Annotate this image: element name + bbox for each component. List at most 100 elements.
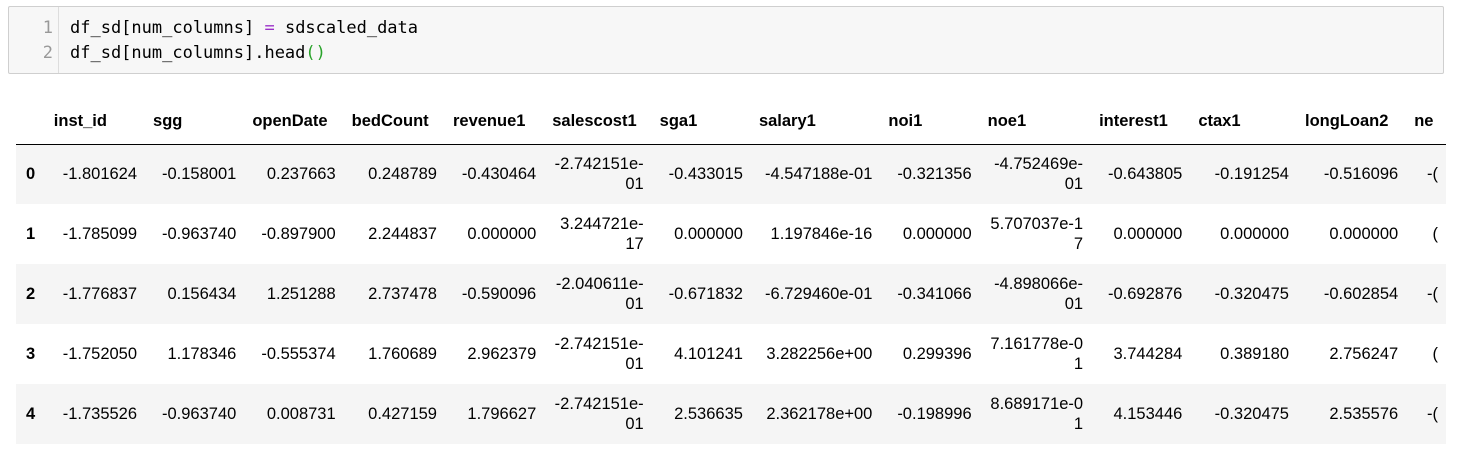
table-cell: -2.742151e-01 [544,144,652,204]
row-index: 3 [16,324,46,384]
row-index: 2 [16,264,46,324]
table-cell: 0.237663 [244,144,344,204]
column-header: noe1 [979,100,1092,145]
table-cell: 1.178346 [145,324,245,384]
table-cell: 0.156434 [145,264,245,324]
column-header: sga1 [651,100,751,145]
table-cell: 0.000000 [1190,204,1297,264]
table-cell: 2.756247 [1297,324,1407,384]
table-cell: 0.299396 [880,324,980,384]
table-row: 4 -1.735526 -0.963740 0.008731 0.427159 1.796… [16,384,1446,444]
table-cell: -0.158001 [145,144,245,204]
table-cell: 0.000000 [1091,204,1191,264]
table-cell: -4.547188e-01 [750,144,881,204]
table-cell: -2.742151e-01 [544,324,652,384]
table-cell: -0.191254 [1190,144,1297,204]
table-row: 2 -1.776837 0.156434 1.251288 2.737478 -0.590… [16,264,1446,324]
table-row: 3 -1.752050 1.178346 -0.555374 1.760689 2.962… [16,324,1446,384]
code-target: df_sd[num_columns] [70,18,265,38]
table-cell: 2.536635 [651,384,751,444]
table-cell: 2.362178e+00 [750,384,881,444]
table-cell: -2.040611e-01 [544,264,652,324]
code-line-2[interactable]: df_sd[num_columns].head() [70,43,326,63]
table-cell: 1.796627 [444,384,545,444]
assign-operator: = [264,18,275,38]
column-header: interest1 [1091,100,1191,145]
column-header: ctax1 [1190,100,1297,145]
table-cell: -0.198996 [880,384,980,444]
table-cell: ( [1406,204,1446,264]
table-cell: 2.737478 [343,264,445,324]
table-cell: -0.320475 [1190,264,1297,324]
table-cell: 0.248789 [343,144,445,204]
code-cell[interactable]: 1 2 df_sd[num_columns] = sdscaled_data d… [8,6,1444,74]
table-cell: -0.692876 [1091,264,1191,324]
table-cell: -0.590096 [444,264,545,324]
table-cell: -1.801624 [45,144,146,204]
table-cell: -0.430464 [444,144,545,204]
code-call: df_sd[num_columns].head [70,43,306,63]
column-header: inst_id [45,100,146,145]
table-cell: -0.643805 [1091,144,1191,204]
table-cell: -0.963740 [145,384,245,444]
table-cell: 0.427159 [343,384,445,444]
table-cell: 8.689171e-01 [979,384,1092,444]
table-row: 0 -1.801624 -0.158001 0.237663 0.248789 -0.43… [16,144,1446,204]
column-header: salary1 [750,100,881,145]
table-cell: 4.153446 [1091,384,1191,444]
table-cell: 4.101241 [651,324,751,384]
table-cell: 1.251288 [244,264,344,324]
table-cell: 7.161778e-01 [979,324,1092,384]
table-cell: 3.282256e+00 [750,324,881,384]
table-cell: -0.602854 [1297,264,1407,324]
row-index: 4 [16,384,46,444]
line-number: 1 [42,18,53,38]
table-cell: -1.752050 [45,324,146,384]
column-header: sgg [145,100,245,145]
table-cell: 0.000000 [444,204,545,264]
table-row: 1 -1.785099 -0.963740 -0.897900 2.244837 0.00… [16,204,1446,264]
table-cell: -0.516096 [1297,144,1407,204]
table-cell: -0.321356 [880,144,980,204]
table-cell: 5.707037e-17 [979,204,1092,264]
code-value: sdscaled_data [274,18,419,38]
line-number-gutter: 1 2 [9,7,59,73]
table-cell: -0.433015 [651,144,751,204]
index-header [16,100,46,145]
table-cell: 1.760689 [343,324,445,384]
table-cell: -0.555374 [244,324,344,384]
table-cell: -0.341066 [880,264,980,324]
column-header: longLoan2 [1297,100,1407,145]
column-header: noi1 [880,100,980,145]
column-header: openDate [244,100,344,145]
column-header: salescost1 [544,100,652,145]
table-cell: 0.000000 [651,204,751,264]
table-cell: 3.744284 [1091,324,1191,384]
table-cell: -( [1406,384,1446,444]
table-cell: 0.000000 [880,204,980,264]
table-cell: 0.000000 [1297,204,1407,264]
table-cell: 0.008731 [244,384,344,444]
table-cell: 2.535576 [1297,384,1407,444]
table-cell: -0.320475 [1190,384,1297,444]
table-cell: 2.962379 [444,324,545,384]
table-cell: -4.898066e-01 [979,264,1092,324]
output-table-container[interactable]: inst_id sgg openDate bedCount revenue1 s… [16,100,1446,445]
call-parens: () [305,43,326,63]
row-index: 0 [16,144,46,204]
code-line-1[interactable]: df_sd[num_columns] = sdscaled_data [70,18,418,38]
column-header: revenue1 [444,100,545,145]
table-cell: 3.244721e-17 [544,204,652,264]
table-cell: -0.963740 [145,204,245,264]
table-cell: -( [1406,144,1446,204]
table-cell: -( [1406,264,1446,324]
header-row: inst_id sgg openDate bedCount revenue1 s… [16,100,1446,145]
table-cell: -2.742151e-01 [544,384,652,444]
table-cell: 2.244837 [343,204,445,264]
table-cell: 0.389180 [1190,324,1297,384]
table-cell: 1.197846e-16 [750,204,881,264]
table-cell: -1.776837 [45,264,146,324]
column-header: ne [1406,100,1446,145]
table-cell: -0.671832 [651,264,751,324]
table-cell: -6.729460e-01 [750,264,881,324]
